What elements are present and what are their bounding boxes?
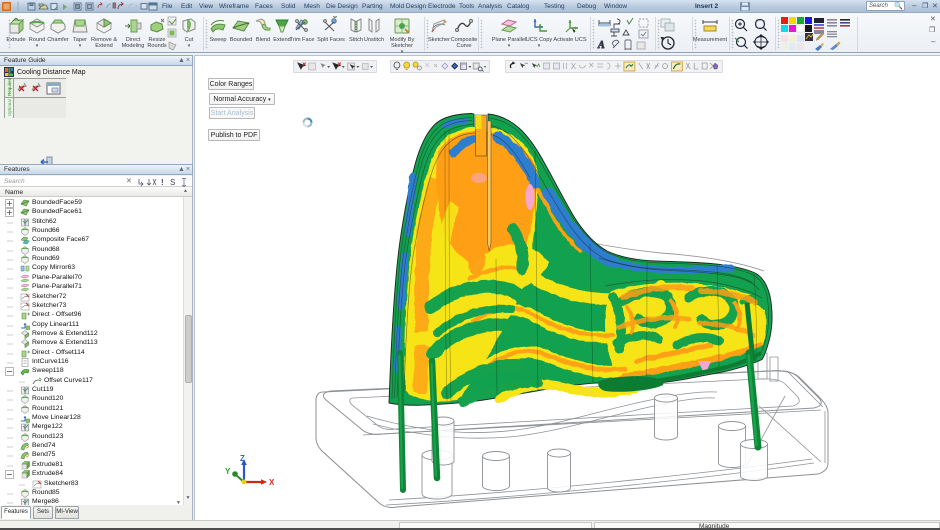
- svg-text:!: !: [161, 178, 164, 187]
- svg-text:A: A: [597, 40, 605, 50]
- svg-text:S: S: [170, 178, 175, 187]
